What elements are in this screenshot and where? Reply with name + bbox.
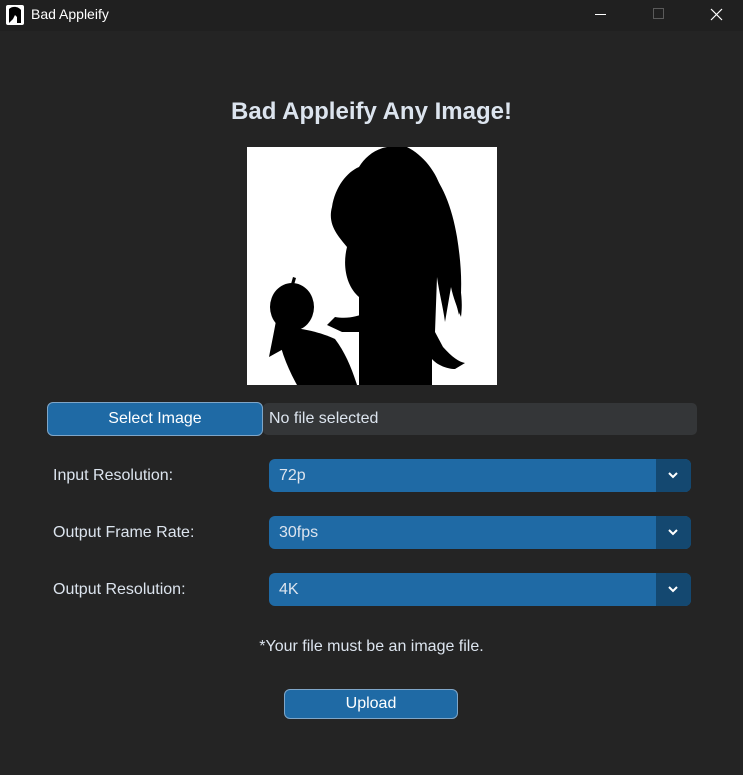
minimize-icon xyxy=(595,14,606,15)
output-resolution-value: 4K xyxy=(279,581,299,598)
output-frame-rate-label: Output Frame Rate: xyxy=(53,524,195,541)
image-preview xyxy=(247,147,497,385)
chevron-down-icon xyxy=(668,586,678,593)
title-bar: Bad Appleify xyxy=(0,0,743,31)
close-icon xyxy=(710,8,723,21)
output-resolution-label: Output Resolution: xyxy=(53,581,186,598)
input-resolution-value: 72p xyxy=(279,467,306,484)
bad-apple-silhouette-icon xyxy=(6,5,24,25)
chevron-down-icon xyxy=(668,472,678,479)
main-panel: Bad Appleify Any Image! Select Image No … xyxy=(0,31,743,775)
minimize-button[interactable] xyxy=(571,0,629,31)
output-resolution-dropdown[interactable]: 4K xyxy=(269,573,691,606)
output-frame-rate-dropdown[interactable]: 30fps xyxy=(269,516,691,549)
input-resolution-dropdown-toggle[interactable] xyxy=(656,459,691,492)
upload-button[interactable]: Upload xyxy=(284,689,458,719)
page-title: Bad Appleify Any Image! xyxy=(231,98,512,125)
window-title: Bad Appleify xyxy=(31,6,109,22)
file-status-text: No file selected xyxy=(269,410,379,427)
chevron-down-icon xyxy=(668,529,678,536)
maximize-icon xyxy=(653,8,664,19)
file-type-note: *Your file must be an image file. xyxy=(259,638,484,655)
bad-apple-silhouette-image xyxy=(247,147,497,385)
maximize-button[interactable] xyxy=(629,0,687,31)
select-image-button[interactable]: Select Image xyxy=(47,402,263,436)
output-frame-rate-dropdown-toggle[interactable] xyxy=(656,516,691,549)
output-frame-rate-value: 30fps xyxy=(279,524,319,541)
input-resolution-label: Input Resolution: xyxy=(53,467,174,484)
input-resolution-dropdown[interactable]: 72p xyxy=(269,459,691,492)
file-status-field: No file selected xyxy=(263,403,697,435)
close-button[interactable] xyxy=(687,0,743,31)
output-resolution-dropdown-toggle[interactable] xyxy=(656,573,691,606)
